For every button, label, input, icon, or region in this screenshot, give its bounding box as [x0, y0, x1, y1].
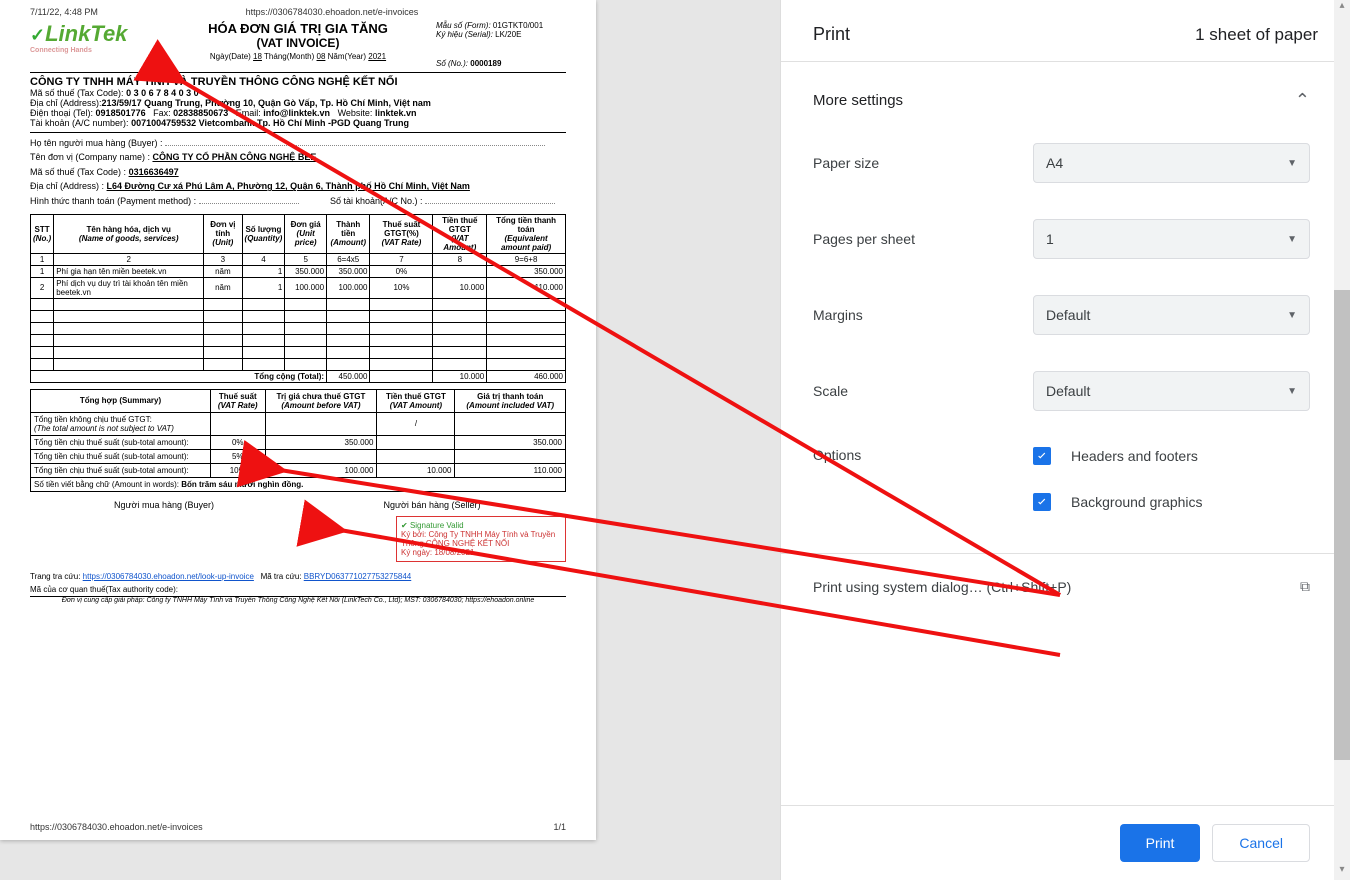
- system-dialog-link[interactable]: Print using system dialog… (Ctrl+Shift+P…: [781, 553, 1350, 619]
- chevron-down-icon: ▼: [1287, 386, 1297, 397]
- table-row: 1Phí gia hạn tên miền beetek.vnnăm 1350.…: [31, 265, 566, 277]
- pages-per-sheet-select[interactable]: 1▼: [1033, 219, 1310, 259]
- margins-label: Margins: [813, 307, 1033, 323]
- background-graphics-label: Background graphics: [1071, 494, 1203, 510]
- header-footer-bottom: https://0306784030.ehoadon.net/e-invoice…: [30, 820, 566, 834]
- seller-name: CÔNG TY TNHH MÁY TÍNH VÀ TRUYỀN THÔNG CÔ…: [30, 76, 566, 88]
- scale-label: Scale: [813, 383, 1033, 399]
- items-table: STT(No.) Tên hàng hóa, dịch vụ(Name of g…: [30, 214, 566, 383]
- scroll-thumb[interactable]: [1334, 290, 1350, 760]
- seller-sign: Người bán hàng (Seller): [298, 500, 566, 510]
- invoice-no: Số (No.): 0000189: [436, 59, 566, 68]
- header-footer-top: 7/11/22, 4:48 PM https://0306784030.ehoa…: [30, 5, 566, 19]
- scroll-down-icon[interactable]: ▾: [1334, 864, 1350, 880]
- logo-block: ✓LinkTek Connecting Hands: [30, 21, 160, 68]
- invoice-serial: Ký hiệu (Serial): LK/20E: [436, 30, 566, 39]
- paper-size-select[interactable]: A4▼: [1033, 143, 1310, 183]
- chevron-up-icon: ⌃: [1295, 90, 1310, 111]
- print-dialog-sidebar: Print 1 sheet of paper More settings ⌃ P…: [780, 0, 1350, 880]
- pages-per-sheet-label: Pages per sheet: [813, 231, 1033, 247]
- invoice-subtitle: (VAT INVOICE): [166, 36, 430, 50]
- cancel-button[interactable]: Cancel: [1212, 824, 1310, 862]
- more-settings-toggle[interactable]: More settings ⌃: [781, 62, 1350, 125]
- chevron-down-icon: ▼: [1287, 234, 1297, 245]
- buyer-sign: Người mua hàng (Buyer): [30, 500, 298, 562]
- invoice-date: Ngày(Date) 18 Tháng(Month) 08 Năm(Year) …: [166, 52, 430, 61]
- print-preview-page: 7/11/22, 4:48 PM https://0306784030.ehoa…: [0, 0, 596, 840]
- summary-table: Tổng hợp (Summary) Thuế suất(VAT Rate) T…: [30, 389, 566, 492]
- invoice-form: Mẫu số (Form): 01GTKT0/001: [436, 21, 566, 30]
- headers-footers-checkbox[interactable]: [1033, 447, 1051, 465]
- scrollbar[interactable]: ▴ ▾: [1334, 0, 1350, 880]
- scroll-up-icon[interactable]: ▴: [1334, 0, 1350, 16]
- chevron-down-icon: ▼: [1287, 310, 1297, 321]
- invoice-title: HÓA ĐƠN GIÁ TRỊ GIA TĂNG: [166, 21, 430, 36]
- print-button[interactable]: Print: [1120, 824, 1201, 862]
- margins-select[interactable]: Default▼: [1033, 295, 1310, 335]
- scale-select[interactable]: Default▼: [1033, 371, 1310, 411]
- background-graphics-checkbox[interactable]: [1033, 493, 1051, 511]
- hf-datetime: 7/11/22, 4:48 PM: [30, 7, 98, 17]
- chevron-down-icon: ▼: [1287, 158, 1297, 169]
- table-row: 2Phí dịch vụ duy trì tài khoản tên miền …: [31, 277, 566, 298]
- print-title: Print: [813, 24, 850, 45]
- paper-size-label: Paper size: [813, 155, 1033, 171]
- open-external-icon: ⧉: [1300, 578, 1310, 595]
- sheet-count: 1 sheet of paper: [1195, 25, 1318, 45]
- signature-box: ✔ Signature Valid Ký bởi: Công Ty TNHH M…: [396, 516, 566, 562]
- hf-url: https://0306784030.ehoadon.net/e-invoice…: [246, 7, 419, 17]
- headers-footers-label: Headers and footers: [1071, 448, 1198, 464]
- options-label: Options: [813, 447, 1033, 463]
